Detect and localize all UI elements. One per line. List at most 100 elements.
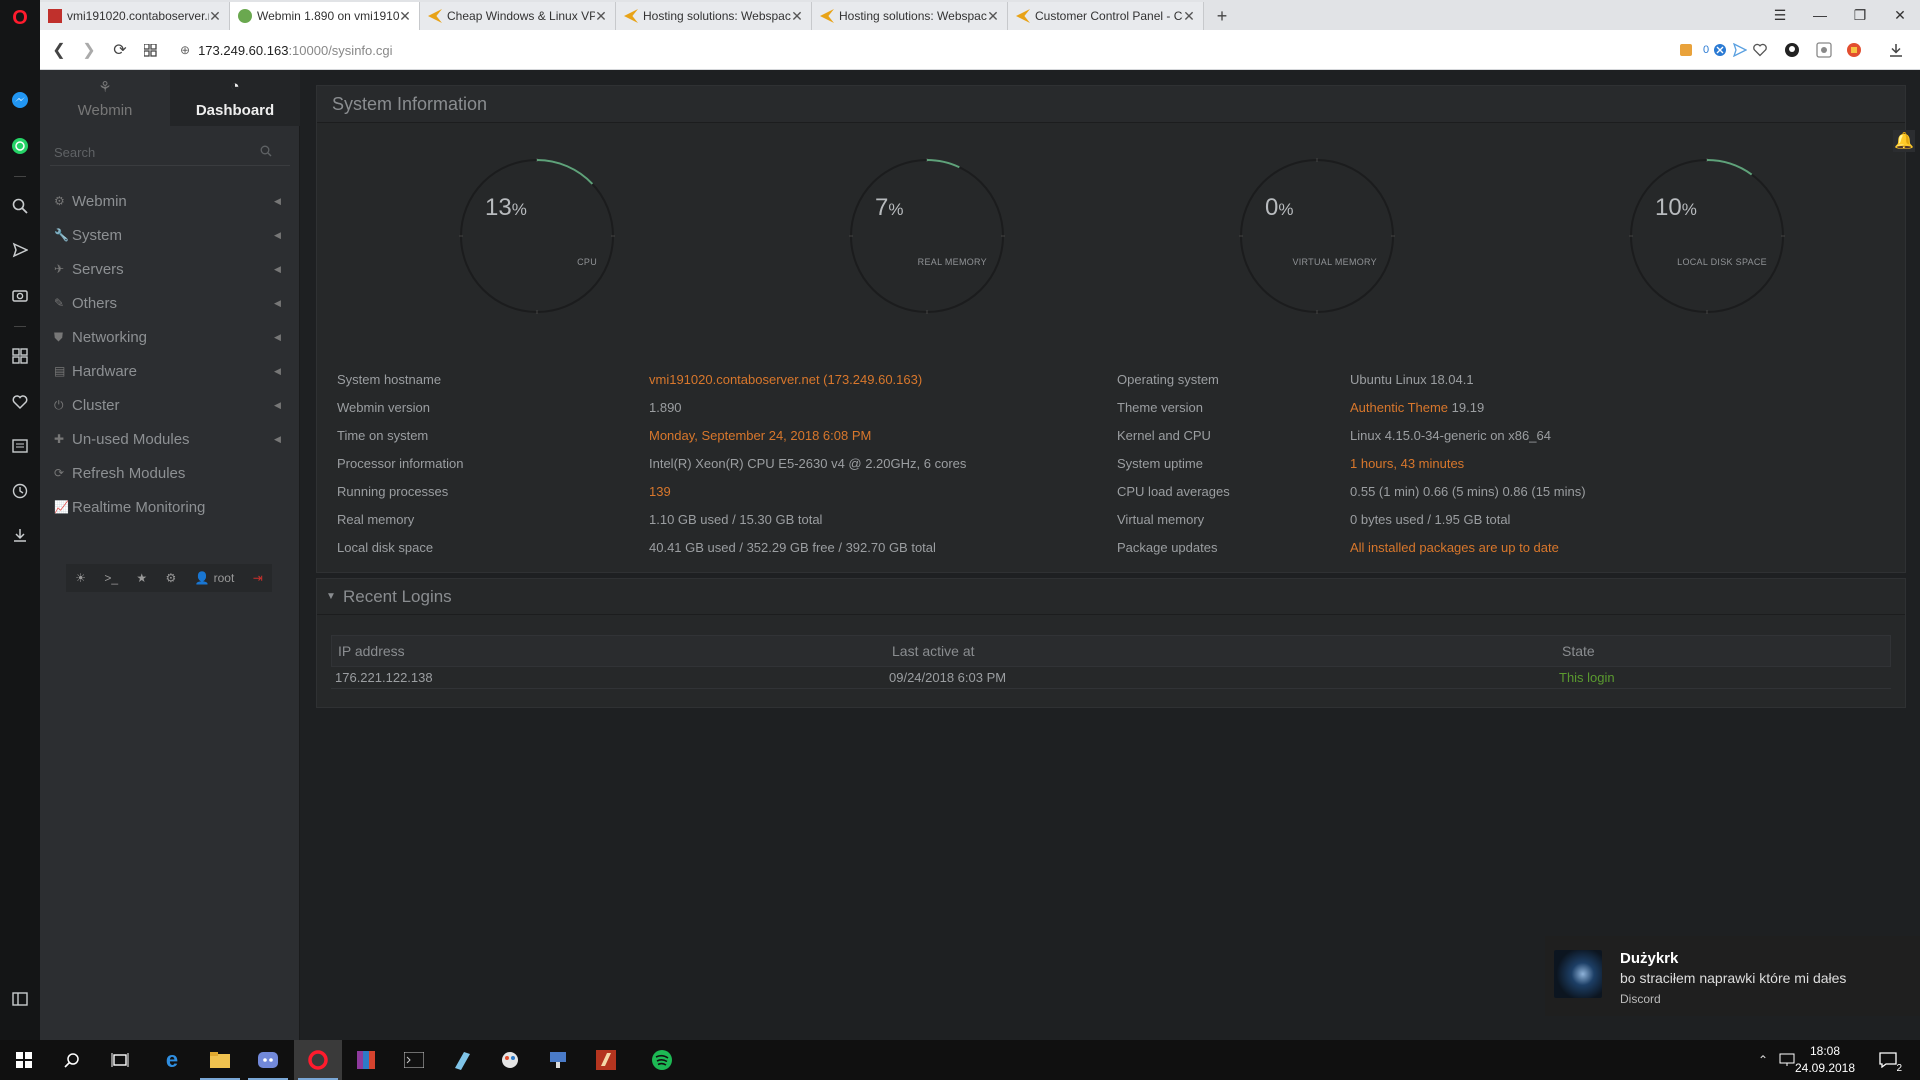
start-icon[interactable]	[0, 1040, 48, 1080]
extension-red-icon[interactable]	[1844, 40, 1864, 60]
line-chart-icon: 📈	[54, 500, 69, 514]
tab-webmin[interactable]: ⚘ Webmin	[40, 70, 170, 126]
close-window-icon[interactable]: ✕	[1880, 0, 1920, 30]
camera-icon[interactable]	[8, 283, 32, 307]
opera-icon[interactable]	[294, 1040, 342, 1080]
clock[interactable]: 18:08 24.09.2018	[1790, 1043, 1860, 1077]
back-icon[interactable]: ❮	[47, 38, 71, 62]
menu-item-others[interactable]: ✎ Others ◀	[40, 286, 300, 320]
tab-menu-icon[interactable]: ☰	[1760, 0, 1800, 30]
menu-item-system[interactable]: 🔧 System ◀	[40, 218, 300, 252]
column-header[interactable]: State	[1562, 643, 1595, 659]
paint-icon[interactable]	[486, 1040, 534, 1080]
tab-favicon-icon	[238, 9, 252, 23]
info-value[interactable]: All installed packages are up to date	[1350, 540, 1559, 560]
info-value[interactable]: 1 hours, 43 minutes	[1350, 456, 1464, 476]
menu-item-unused-modules[interactable]: ✚ Un-used Modules ◀	[40, 422, 300, 456]
caret-down-icon[interactable]: ▼	[326, 591, 336, 602]
news-icon[interactable]	[8, 434, 32, 458]
discord-icon[interactable]	[244, 1040, 292, 1080]
menu-item-networking[interactable]: ⛊ Networking ◀	[40, 320, 300, 354]
history-icon[interactable]	[8, 479, 32, 503]
notepad-icon[interactable]	[438, 1040, 486, 1080]
search-icon[interactable]	[48, 1040, 96, 1080]
browser-tab[interactable]: Hosting solutions: Webspace ✕	[812, 2, 1008, 30]
panel-header[interactable]	[317, 579, 1905, 615]
browser-tab[interactable]: vmi191020.contaboserver.net ✕	[40, 2, 230, 30]
bell-icon[interactable]: 🔔	[1893, 130, 1915, 152]
browser-tab-active[interactable]: Webmin 1.890 on vmi191020 ✕	[230, 2, 420, 30]
user-name: root	[213, 571, 235, 585]
tabs-grid-icon[interactable]	[138, 38, 162, 62]
menu-item-realtime-monitoring[interactable]: 📈 Realtime Monitoring	[40, 490, 300, 524]
downloads-icon[interactable]	[1886, 40, 1906, 60]
tab-favicon-icon	[624, 9, 638, 23]
reload-icon[interactable]: ⟳	[108, 38, 132, 62]
close-icon[interactable]: ✕	[791, 8, 803, 25]
vpn-extension-icon[interactable]	[1814, 40, 1834, 60]
winrar-icon[interactable]	[342, 1040, 390, 1080]
logout-icon[interactable]: ⇥	[253, 571, 263, 585]
send-page-icon[interactable]	[1730, 40, 1750, 60]
whatsapp-icon[interactable]	[8, 134, 32, 158]
settings-icon[interactable]: ⚙	[166, 571, 177, 585]
search-icon[interactable]	[8, 194, 32, 218]
browser-tab[interactable]: Customer Control Panel - Contabo ✕	[1008, 2, 1204, 30]
dashboard-gauge-icon: ◔	[230, 78, 240, 95]
minimize-icon[interactable]: —	[1800, 0, 1840, 30]
new-tab-button[interactable]: +	[1210, 4, 1234, 28]
info-value[interactable]: Monday, September 24, 2018 6:08 PM	[649, 428, 871, 448]
filezilla-icon[interactable]	[582, 1040, 630, 1080]
menu-item-servers[interactable]: ✈ Servers ◀	[40, 252, 300, 286]
task-view-icon[interactable]	[96, 1040, 144, 1080]
hdd-icon: ▤	[54, 364, 66, 378]
github-extension-icon[interactable]	[1782, 40, 1802, 60]
browser-tab[interactable]: Hosting solutions: Webspace ✕	[616, 2, 812, 30]
forward-icon[interactable]: ❯	[77, 38, 101, 62]
info-value: 40.41 GB used / 352.29 GB free / 392.70 …	[649, 540, 936, 555]
column-header[interactable]: IP address	[338, 643, 405, 659]
file-explorer-icon[interactable]	[196, 1040, 244, 1080]
search-input[interactable]	[50, 145, 260, 160]
close-icon[interactable]: ✕	[399, 8, 411, 25]
info-value[interactable]: 139	[649, 484, 671, 504]
messenger-icon[interactable]	[8, 88, 32, 112]
bookmark-heart-icon[interactable]	[1750, 40, 1770, 60]
opera-logo-icon[interactable]: O	[8, 6, 32, 30]
menu-item-hardware[interactable]: ▤ Hardware ◀	[40, 354, 300, 388]
download-icon[interactable]	[8, 523, 32, 547]
column-header[interactable]: Last active at	[892, 643, 975, 659]
menu-item-webmin[interactable]: ⚙ Webmin ◀	[40, 184, 300, 218]
info-value[interactable]: Authentic Theme 19.19	[1350, 400, 1484, 420]
edge-icon[interactable]: e	[148, 1040, 196, 1080]
star-icon[interactable]: ★	[136, 571, 147, 585]
user-button[interactable]: 👤 root	[195, 571, 235, 585]
main-content: System Information 13% CPU 7% REAL MEMOR…	[301, 70, 1920, 1040]
action-center-icon[interactable]: 2	[1866, 1040, 1910, 1080]
extension-icon[interactable]	[1676, 40, 1696, 60]
url-field[interactable]: ⊕ 173.249.60.163 :10000/sysinfo.cgi	[180, 36, 1740, 64]
sidebar-toggle-icon[interactable]	[8, 987, 32, 1011]
info-value[interactable]: vmi191020.contaboserver.net (173.249.60.…	[649, 372, 922, 392]
theme-toggle-icon[interactable]: ☀	[75, 571, 86, 585]
tab-dashboard[interactable]: ◔ Dashboard	[170, 70, 300, 126]
search-icon[interactable]	[260, 145, 272, 160]
menu-item-cluster[interactable]: ⏻ Cluster ◀	[40, 388, 300, 422]
terminal-icon[interactable]	[390, 1040, 438, 1080]
close-icon[interactable]: ✕	[209, 8, 221, 25]
menu-item-label: Refresh Modules	[72, 464, 186, 482]
heart-icon[interactable]	[8, 390, 32, 414]
close-icon[interactable]: ✕	[1183, 8, 1195, 25]
terminal-icon[interactable]: >_	[104, 571, 118, 585]
speed-dial-icon[interactable]	[8, 344, 32, 368]
browser-tab[interactable]: Cheap Windows & Linux VPS ✕	[420, 2, 616, 30]
spotify-icon[interactable]	[638, 1040, 686, 1080]
notification-toast[interactable]: Dużykrk bo straciłem naprawki które mi d…	[1545, 936, 1920, 1016]
menu-item-refresh-modules[interactable]: ⟳ Refresh Modules	[40, 456, 300, 490]
close-icon[interactable]: ✕	[987, 8, 999, 25]
close-icon[interactable]: ✕	[595, 8, 607, 25]
send-icon[interactable]	[8, 238, 32, 262]
shield-icon[interactable]	[1710, 40, 1730, 60]
restore-icon[interactable]: ❐	[1840, 0, 1880, 30]
network-app-icon[interactable]	[534, 1040, 582, 1080]
